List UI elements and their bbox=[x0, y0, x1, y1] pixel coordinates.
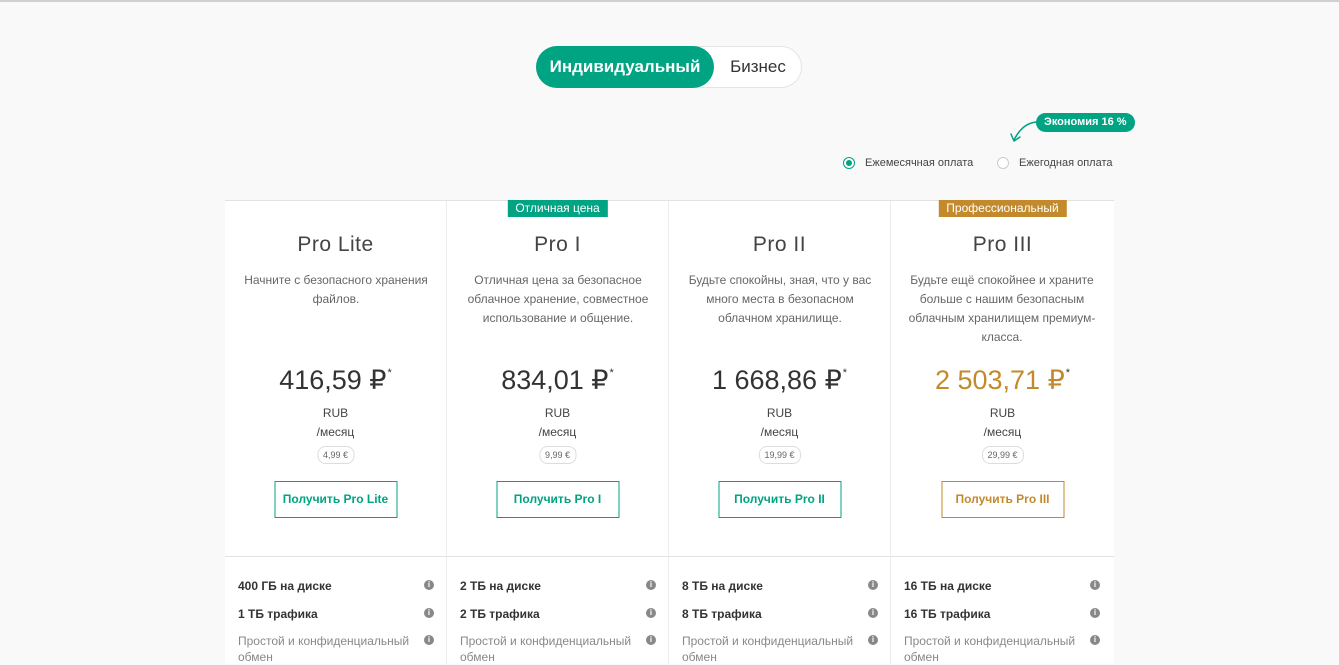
plan-price: 2 503,71 ₽* bbox=[934, 365, 1071, 395]
plans-container: Pro Lite Начните с безопасного хранения … bbox=[225, 200, 1114, 664]
info-icon[interactable]: i bbox=[646, 608, 656, 618]
plan-card-pro-iii: Профессиональный Pro III Будьте ещё спок… bbox=[891, 200, 1114, 665]
professional-badge: Профессиональный bbox=[938, 200, 1067, 217]
plan-description: Начните с безопасного хранения файлов. bbox=[244, 273, 428, 306]
billing-yearly-option[interactable]: Ежегодная оплата bbox=[997, 155, 1112, 171]
feature-sharing: Простой и конфиденциальный обмен i bbox=[904, 633, 1100, 665]
get-pro-ii-button[interactable]: Получить Pro II bbox=[718, 481, 841, 518]
get-pro-lite-button[interactable]: Получить Pro Lite bbox=[274, 481, 397, 518]
account-type-toggle: Индивидуальный Бизнес bbox=[536, 46, 802, 88]
feature-storage: 400 ГБ на диске i bbox=[238, 578, 434, 594]
plan-card-pro-lite: Pro Lite Начните с безопасного хранения … bbox=[225, 201, 447, 664]
plan-card-pro-i: Отличная цена Pro I Отличная цена за без… bbox=[447, 200, 669, 665]
plan-description: Отличная цена за безопасное облачное хра… bbox=[467, 273, 649, 325]
info-icon[interactable]: i bbox=[1090, 608, 1100, 618]
info-icon[interactable]: i bbox=[1090, 580, 1100, 590]
plan-divider bbox=[891, 556, 1114, 557]
billing-monthly-option[interactable]: Ежемесячная оплата bbox=[843, 155, 973, 171]
plan-name: Pro Lite bbox=[297, 233, 374, 256]
feature-transfer: 1 ТБ трафика i bbox=[238, 606, 434, 622]
plan-period: /месяц bbox=[983, 425, 1022, 439]
get-pro-i-button[interactable]: Получить Pro I bbox=[496, 481, 619, 518]
plan-description: Будьте спокойны, зная, что у вас много м… bbox=[688, 273, 872, 325]
plan-divider bbox=[225, 556, 446, 557]
plan-price: 1 668,86 ₽* bbox=[711, 365, 848, 395]
top-divider bbox=[0, 0, 1339, 2]
info-icon[interactable]: i bbox=[868, 580, 878, 590]
feature-transfer: 2 ТБ трафика i bbox=[460, 606, 656, 622]
plan-currency: RUB bbox=[766, 406, 793, 420]
plan-name: Pro II bbox=[752, 233, 807, 256]
info-icon[interactable]: i bbox=[424, 608, 434, 618]
plan-card-pro-ii: Pro II Будьте спокойны, зная, что у вас … bbox=[669, 201, 891, 664]
best-value-badge: Отличная цена bbox=[507, 200, 608, 217]
plan-description: Будьте ещё спокойнее и храните больше с … bbox=[908, 273, 1096, 344]
monthly-label: Ежемесячная оплата bbox=[865, 157, 974, 169]
get-pro-iii-button[interactable]: Получить Pro III bbox=[941, 481, 1064, 518]
plan-name: Pro I bbox=[534, 233, 581, 256]
plan-eur-price: 9,99 € bbox=[538, 446, 577, 464]
feature-sharing: Простой и конфиденциальный обмен i bbox=[682, 633, 878, 665]
info-icon[interactable]: i bbox=[424, 635, 434, 645]
plan-eur-price: 19,99 € bbox=[758, 446, 801, 464]
feature-storage: 2 ТБ на диске i bbox=[460, 578, 656, 594]
yearly-radio[interactable] bbox=[997, 157, 1009, 169]
info-icon[interactable]: i bbox=[646, 635, 656, 645]
monthly-radio[interactable] bbox=[843, 157, 855, 169]
info-icon[interactable]: i bbox=[1090, 635, 1100, 645]
plan-currency: RUB bbox=[322, 406, 349, 420]
plan-period: /месяц bbox=[316, 425, 355, 439]
feature-sharing: Простой и конфиденциальный обмен i bbox=[460, 633, 656, 665]
info-icon[interactable]: i bbox=[868, 635, 878, 645]
business-tab[interactable]: Бизнес bbox=[714, 46, 802, 88]
plan-price: 416,59 ₽* bbox=[279, 365, 392, 395]
feature-transfer: 8 ТБ трафика i bbox=[682, 606, 878, 622]
feature-sharing: Простой и конфиденциальный обмен i bbox=[238, 633, 434, 665]
plan-price: 834,01 ₽* bbox=[501, 365, 614, 395]
plan-divider bbox=[447, 556, 668, 557]
plan-period: /месяц bbox=[538, 425, 577, 439]
feature-storage: 16 ТБ на диске i bbox=[904, 578, 1100, 594]
plan-divider bbox=[669, 556, 890, 557]
yearly-label: Ежегодная оплата bbox=[1019, 157, 1113, 169]
savings-badge: Экономия 16 % bbox=[1036, 113, 1135, 132]
individual-tab[interactable]: Индивидуальный bbox=[536, 46, 714, 88]
info-icon[interactable]: i bbox=[646, 580, 656, 590]
info-icon[interactable]: i bbox=[424, 580, 434, 590]
plan-currency: RUB bbox=[544, 406, 571, 420]
feature-storage: 8 ТБ на диске i bbox=[682, 578, 878, 594]
plan-name: Pro III bbox=[972, 233, 1033, 256]
info-icon[interactable]: i bbox=[868, 608, 878, 618]
plan-eur-price: 4,99 € bbox=[316, 446, 355, 464]
plan-currency: RUB bbox=[989, 406, 1016, 420]
feature-transfer: 16 ТБ трафика i bbox=[904, 606, 1100, 622]
plan-eur-price: 29,99 € bbox=[981, 446, 1024, 464]
plan-period: /месяц bbox=[760, 425, 799, 439]
